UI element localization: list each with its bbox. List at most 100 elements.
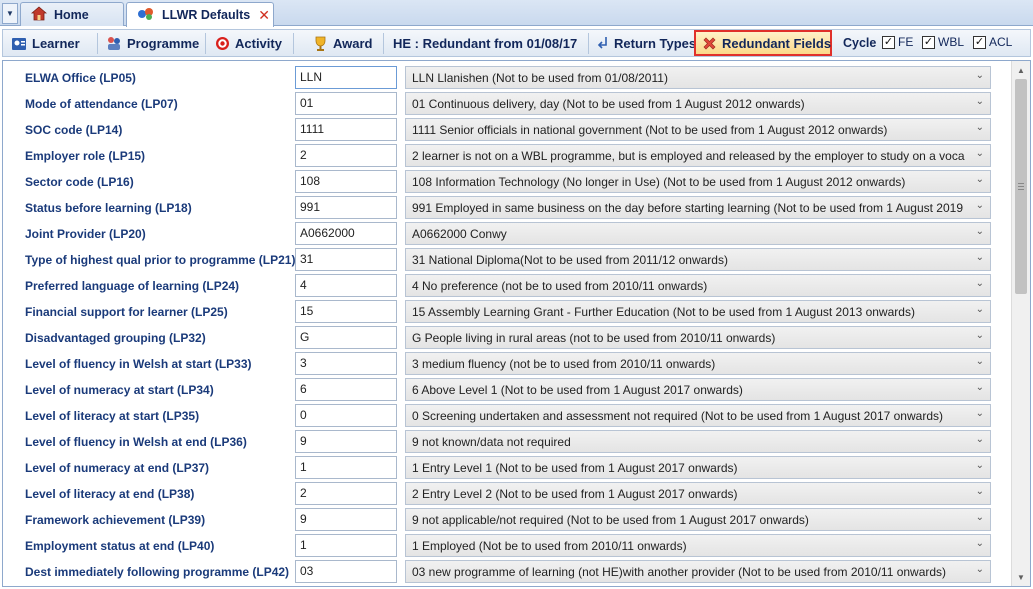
dropdown-value: 03 new programme of learning (not HE)wit…: [412, 565, 947, 579]
field-description-dropdown[interactable]: 991 Employed in same business on the day…: [405, 196, 991, 219]
field-code-input[interactable]: 108: [295, 170, 397, 193]
field-description-dropdown[interactable]: G People living in rural areas (not to b…: [405, 326, 991, 349]
scroll-up-icon[interactable]: ▲: [1012, 62, 1030, 78]
field-code-input[interactable]: 1111: [295, 118, 397, 141]
chevron-down-icon[interactable]: ⌄: [976, 330, 984, 341]
field-description-dropdown[interactable]: A0662000 Conwy ⌄: [405, 222, 991, 245]
tab-llwr-defaults[interactable]: LLWR Defaults ✕: [126, 2, 274, 27]
chevron-down-icon[interactable]: ⌄: [976, 122, 984, 133]
grip-line: [1018, 183, 1024, 184]
chevron-down-icon[interactable]: ⌄: [976, 538, 984, 549]
dropdown-value: 6 Above Level 1 (Not to be used from 1 A…: [412, 383, 743, 397]
toolbar-separator: [383, 33, 384, 54]
chevron-down-icon[interactable]: ⌄: [976, 564, 984, 575]
grip-line: [1018, 189, 1024, 190]
field-row: Dest immediately following programme (LP…: [3, 559, 1009, 585]
he-redundant-button[interactable]: HE : Redundant from 01/08/17: [387, 31, 577, 56]
cycle-checkbox-wbl[interactable]: ✓ WBL: [922, 35, 964, 49]
field-description-dropdown[interactable]: 1111 Senior officials in national govern…: [405, 118, 991, 141]
field-description-dropdown[interactable]: 9 not known/data not required ⌄: [405, 430, 991, 453]
chevron-down-icon[interactable]: ⌄: [976, 460, 984, 471]
field-code-input[interactable]: 01: [295, 92, 397, 115]
field-code-input[interactable]: 6: [295, 378, 397, 401]
scroll-down-icon[interactable]: ▼: [1012, 569, 1030, 585]
cycle-checkbox-acl[interactable]: ✓ ACL: [973, 35, 1012, 49]
field-code-input[interactable]: 3: [295, 352, 397, 375]
field-description-dropdown[interactable]: 4 No preference (not be to used from 201…: [405, 274, 991, 297]
field-code-input[interactable]: 991: [295, 196, 397, 219]
programme-button[interactable]: Programme: [100, 31, 199, 56]
activity-button[interactable]: Activity: [209, 31, 282, 56]
field-description-dropdown[interactable]: 3 medium fluency (not be to used from 20…: [405, 352, 991, 375]
chevron-down-icon[interactable]: ⌄: [976, 304, 984, 315]
field-code-input[interactable]: 15: [295, 300, 397, 323]
chevron-down-icon[interactable]: ⌄: [976, 382, 984, 393]
tab-menu-button[interactable]: ▼: [2, 3, 18, 24]
field-code-input[interactable]: 2: [295, 482, 397, 505]
chevron-down-icon[interactable]: ⌄: [976, 174, 984, 185]
field-row: Employment status at end (LP40) 1 1 Employ…: [3, 533, 1009, 559]
dropdown-value: 0 Screening undertaken and assessment no…: [412, 409, 943, 423]
field-code-input[interactable]: LLN: [295, 66, 397, 89]
field-code-input[interactable]: 4: [295, 274, 397, 297]
learner-button[interactable]: Learner: [5, 31, 80, 56]
chevron-down-icon[interactable]: ⌄: [976, 70, 984, 81]
field-code-input[interactable]: 03: [295, 560, 397, 583]
dropdown-value: LLN Llanishen (Not to be used from 01/08…: [412, 71, 668, 85]
field-label: Level of fluency in Welsh at end (LP36): [25, 435, 247, 449]
dropdown-value: 2 learner is not on a WBL programme, but…: [412, 149, 965, 163]
field-label: Employment status at end (LP40): [25, 539, 215, 553]
redundant-fields-button[interactable]: Redundant Fields: [694, 30, 832, 56]
field-row: Mode of attendance (LP07) 01 01 Continuous…: [3, 91, 1009, 117]
chevron-down-icon[interactable]: ⌄: [976, 278, 984, 289]
tab-home[interactable]: Home: [20, 2, 124, 26]
dropdown-value: 1 Employed (Not be to used from 2010/11 …: [412, 539, 687, 553]
field-description-dropdown[interactable]: 9 not applicable/not required (Not to be…: [405, 508, 991, 531]
scroll-thumb[interactable]: [1015, 79, 1027, 294]
award-button[interactable]: Award: [307, 31, 373, 56]
field-code-input[interactable]: 9: [295, 508, 397, 531]
field-code-input[interactable]: 9: [295, 430, 397, 453]
field-row: Framework achievement (LP39) 9 9 not appli…: [3, 507, 1009, 533]
chevron-down-icon[interactable]: ⌄: [976, 200, 984, 211]
field-description-dropdown[interactable]: LLN Llanishen (Not to be used from 01/08…: [405, 66, 991, 89]
field-description-dropdown[interactable]: 0 Screening undertaken and assessment no…: [405, 404, 991, 427]
chevron-down-icon[interactable]: ⌄: [976, 252, 984, 263]
chevron-down-icon[interactable]: ⌄: [976, 486, 984, 497]
field-row: Level of literacy at start (LP35) 0 0 Scre…: [3, 403, 1009, 429]
field-code-input[interactable]: 0: [295, 404, 397, 427]
close-icon[interactable]: ✕: [258, 7, 270, 24]
chevron-down-icon[interactable]: ⌄: [976, 356, 984, 367]
return-types-button[interactable]: Return Types: [591, 31, 696, 56]
field-code-input[interactable]: 31: [295, 248, 397, 271]
field-description-dropdown[interactable]: 2 Entry Level 2 (Not to be used from 1 A…: [405, 482, 991, 505]
field-code-input[interactable]: 1: [295, 534, 397, 557]
field-code-input[interactable]: G: [295, 326, 397, 349]
field-code-input[interactable]: 1: [295, 456, 397, 479]
field-description-dropdown[interactable]: 1 Employed (Not be to used from 2010/11 …: [405, 534, 991, 557]
field-description-dropdown[interactable]: 31 National Diploma(Not to be used from …: [405, 248, 991, 271]
field-description-dropdown[interactable]: 6 Above Level 1 (Not to be used from 1 A…: [405, 378, 991, 401]
chevron-down-icon[interactable]: ⌄: [976, 408, 984, 419]
field-description-dropdown[interactable]: 15 Assembly Learning Grant - Further Edu…: [405, 300, 991, 323]
dropdown-value: 1 Entry Level 1 (Not to be used from 1 A…: [412, 461, 738, 475]
field-description-dropdown[interactable]: 03 new programme of learning (not HE)wit…: [405, 560, 991, 583]
field-description-dropdown[interactable]: 108 Information Technology (No longer in…: [405, 170, 991, 193]
field-label: Dest immediately following programme (LP…: [25, 565, 290, 579]
tab-strip: ▼ Home LLWR Defaults ✕: [0, 0, 1033, 27]
chevron-down-icon[interactable]: ⌄: [976, 96, 984, 107]
field-row: Disadvantaged grouping (LP32) G G People l…: [3, 325, 1009, 351]
dropdown-value: 108 Information Technology (No longer in…: [412, 175, 906, 189]
field-description-dropdown[interactable]: 2 learner is not on a WBL programme, but…: [405, 144, 991, 167]
field-description-dropdown[interactable]: 01 Continuous delivery, day (Not to be u…: [405, 92, 991, 115]
cycle-checkbox-fe[interactable]: ✓ FE: [882, 35, 913, 49]
chevron-down-icon[interactable]: ⌄: [976, 512, 984, 523]
field-code-input[interactable]: A0662000: [295, 222, 397, 245]
dropdown-value: 9 not applicable/not required (Not to be…: [412, 513, 809, 527]
field-code-input[interactable]: 2: [295, 144, 397, 167]
chevron-down-icon[interactable]: ⌄: [976, 226, 984, 237]
vertical-scrollbar[interactable]: ▲ ▼: [1011, 61, 1030, 586]
field-description-dropdown[interactable]: 1 Entry Level 1 (Not to be used from 1 A…: [405, 456, 991, 479]
chevron-down-icon[interactable]: ⌄: [976, 148, 984, 159]
chevron-down-icon[interactable]: ⌄: [976, 434, 984, 445]
